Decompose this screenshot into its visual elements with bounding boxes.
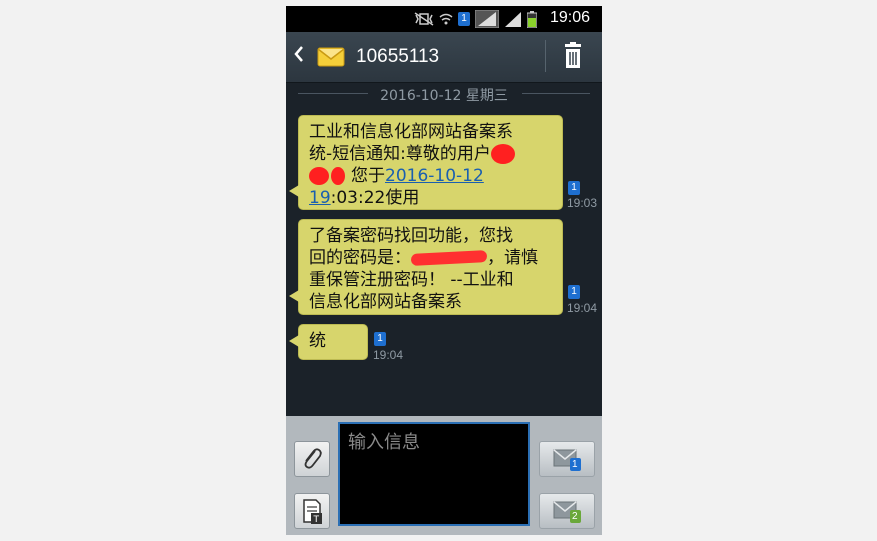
redaction-mark	[331, 167, 345, 185]
sim-1-icon: 1	[568, 181, 580, 195]
message-text: 统-短信通知:尊敬的用户	[309, 144, 491, 164]
send-envelope-icon	[553, 501, 581, 523]
sim-1-icon: 1	[458, 12, 470, 26]
message-text: 回的密码是：	[309, 248, 411, 268]
redaction-mark	[410, 250, 488, 266]
message-line: 工业和信息化部网站备案系	[309, 122, 513, 142]
message-input[interactable]: 输入信息	[338, 422, 530, 526]
phone-screen: 1 19:06 10655113 2016-10-12 星期三 工业和信息化部网…	[286, 6, 602, 535]
sim-1-icon: 1	[568, 285, 580, 299]
send-sim1-label: 1	[572, 459, 578, 470]
contact-number: 10655113	[356, 46, 440, 67]
redaction-mark	[309, 167, 329, 185]
text-template-icon: T	[303, 499, 322, 525]
vibrate-mute-icon	[414, 12, 434, 26]
message-line: 重保管注册密码！ --工业和	[309, 270, 514, 290]
redaction-mark	[490, 144, 515, 164]
template-button[interactable]: T	[294, 493, 330, 529]
message-line: 了备案密码找回功能，您找	[309, 226, 513, 246]
message-envelope-icon	[317, 47, 345, 67]
composer-bar: T 输入信息 1 2	[286, 416, 602, 535]
signal-full-icon	[475, 10, 499, 28]
date-separator: 2016-10-12 星期三	[286, 84, 602, 104]
message-input-placeholder: 输入信息	[348, 432, 420, 453]
message-time: 19:04	[567, 301, 598, 315]
attach-button[interactable]	[294, 441, 330, 477]
message-line: 19:03:22使用	[309, 187, 552, 209]
message-bubble[interactable]: 统	[289, 324, 368, 360]
send-envelope-icon	[553, 449, 581, 471]
message-text: 您于	[351, 166, 385, 186]
paperclip-icon	[304, 448, 322, 469]
message-text: :03:22使用	[330, 188, 420, 208]
message-line: 您于2016-10-12	[309, 165, 552, 187]
message-line: 统	[309, 331, 326, 351]
signal-bars-icon	[505, 12, 521, 27]
back-arrow-icon[interactable]	[292, 44, 310, 66]
send-sim2-label: 2	[572, 511, 578, 522]
message-meta: 1	[568, 279, 580, 299]
trash-icon[interactable]	[558, 42, 588, 70]
date-label: 2016-10-12 星期三	[380, 88, 508, 104]
header-divider	[545, 40, 546, 72]
message-bubble[interactable]: 工业和信息化部网站备案系 统-短信通知:尊敬的用户 您于2016-10-12 1…	[289, 115, 563, 210]
message-meta: 1	[374, 326, 386, 346]
message-line: 统-短信通知:尊敬的用户	[309, 143, 552, 165]
send-sim1-button[interactable]: 1	[539, 441, 595, 477]
message-meta: 1	[568, 175, 580, 195]
send-sim2-button[interactable]: 2	[539, 493, 595, 529]
message-line: 回的密码是： ，请慎	[309, 247, 552, 269]
sim-1-icon: 1	[374, 332, 386, 346]
status-time: 19:06	[549, 9, 590, 26]
message-line: 信息化部网站备案系	[309, 292, 462, 312]
status-bar: 1 19:06	[286, 6, 602, 32]
date-link[interactable]: 2016-10-12	[385, 166, 484, 186]
wifi-icon	[439, 13, 453, 25]
time-link[interactable]: 19	[309, 188, 331, 208]
message-time: 19:04	[373, 348, 404, 362]
message-text: ，请慎	[487, 248, 538, 268]
status-icons: 1	[414, 10, 537, 28]
conversation-header: 10655113	[286, 32, 602, 83]
message-bubble[interactable]: 了备案密码找回功能，您找 回的密码是： ，请慎 重保管注册密码！ --工业和 信息…	[289, 219, 563, 315]
battery-icon	[527, 10, 537, 28]
message-time: 19:03	[567, 196, 598, 210]
svg-text:T: T	[313, 515, 320, 525]
